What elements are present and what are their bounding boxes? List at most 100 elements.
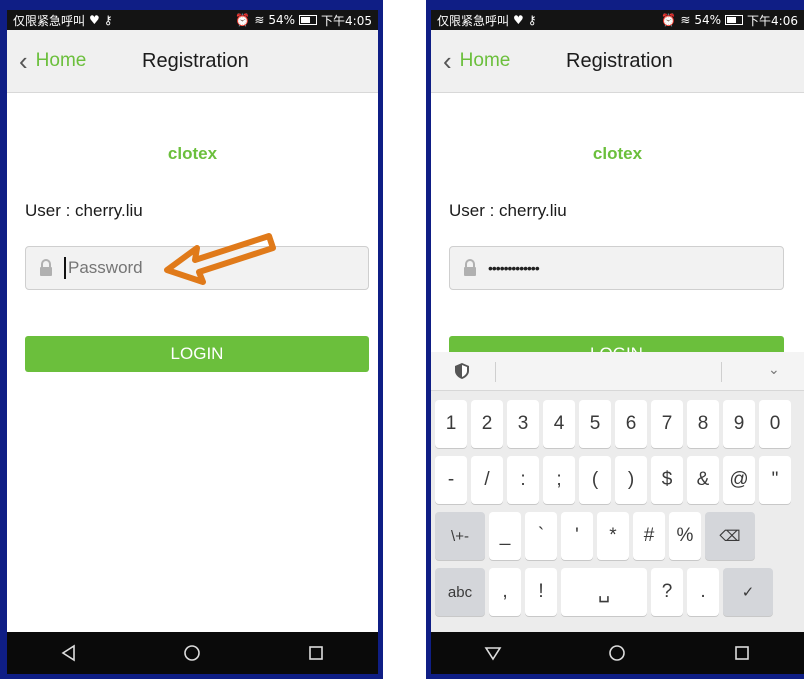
key-kb-row4-6[interactable]: ✓: [723, 568, 773, 616]
key-kb-row2-8[interactable]: @: [723, 456, 755, 504]
carrier-text: 仅限紧急呼叫: [437, 13, 510, 28]
alarm-icon: ⏰: [661, 13, 677, 27]
keyboard-row-numbers: 1234567890: [435, 400, 804, 448]
nav-recents-button[interactable]: [722, 633, 762, 673]
square-recents-icon: [735, 646, 749, 660]
back-button[interactable]: ‹ Home: [431, 48, 510, 74]
chevron-left-icon: ‹: [443, 46, 452, 76]
keyboard-row-symbols: - /:;() $ & @ ": [435, 456, 804, 504]
toolbar-divider: [495, 362, 496, 382]
arrow-annotation-icon: [164, 233, 276, 285]
circle-home-icon: [609, 645, 626, 661]
key-kb-row2-9[interactable]: ": [759, 456, 791, 504]
back-button[interactable]: ‹ Home: [7, 48, 86, 74]
user-label: User : cherry.liu: [25, 201, 143, 220]
app-bar: ‹ Home Registration: [431, 30, 804, 93]
key-kb-row3-4[interactable]: *: [597, 512, 629, 560]
wifi-icon: ≋: [680, 13, 691, 27]
back-label: Home: [459, 50, 511, 71]
key-icon: ⚷: [103, 13, 113, 27]
status-bar: 仅限紧急呼叫 ♥ ⚷ ⏰ ≋ 54% 下午4:05: [7, 10, 378, 30]
login-form: clotex User : cherry.liu LOGIN: [7, 93, 378, 632]
brand-name: clotex: [592, 144, 643, 163]
heart-icon: ♥: [513, 13, 524, 27]
key-kb-row1-3[interactable]: 4: [543, 400, 575, 448]
key-kb-row1-6[interactable]: 7: [651, 400, 683, 448]
screen-left: 仅限紧急呼叫 ♥ ⚷ ⏰ ≋ 54% 下午4:05 ‹ Home Registr…: [7, 10, 378, 674]
phone-frame-left: 仅限紧急呼叫 ♥ ⚷ ⏰ ≋ 54% 下午4:05 ‹ Home Registr…: [0, 0, 383, 679]
carrier-text: 仅限紧急呼叫: [13, 13, 86, 28]
key-kb-row4-5[interactable]: .: [687, 568, 719, 616]
alarm-icon: ⏰: [235, 13, 251, 27]
square-recents-icon: [309, 646, 323, 660]
key-kb-row1-1[interactable]: 2: [471, 400, 503, 448]
key-kb-row4-1[interactable]: ,: [489, 568, 521, 616]
key-kb-row3-7[interactable]: ⌫: [705, 512, 755, 560]
key-kb-row1-5[interactable]: 6: [615, 400, 647, 448]
key-kb-row4-3[interactable]: ␣: [561, 568, 647, 616]
key-kb-row3-6[interactable]: %: [669, 512, 701, 560]
key-kb-row1-2[interactable]: 3: [507, 400, 539, 448]
battery-percent: 54%: [268, 13, 296, 27]
key-kb-row3-0[interactable]: \+-: [435, 512, 485, 560]
login-button[interactable]: LOGIN: [25, 336, 369, 372]
battery-icon: [299, 15, 318, 25]
chevron-down-icon[interactable]: ⌄: [768, 362, 780, 378]
key-kb-row1-8[interactable]: 9: [723, 400, 755, 448]
chevron-left-icon: ‹: [19, 46, 28, 76]
keyboard-row-bottom: abc,! ␣?. ✓: [435, 568, 804, 616]
key-kb-row1-4[interactable]: 5: [579, 400, 611, 448]
key-kb-row4-4[interactable]: ?: [651, 568, 683, 616]
shield-icon[interactable]: [453, 362, 471, 380]
key-kb-row2-4[interactable]: (: [579, 456, 611, 504]
phone-frame-right: 仅限紧急呼叫 ♥ ⚷ ⏰ ≋ 54% 下午4:06 ‹ Home Registr…: [426, 0, 804, 679]
key-kb-row2-0[interactable]: -: [435, 456, 467, 504]
password-field[interactable]: •••••••••••••: [449, 246, 784, 290]
page-title: Registration: [142, 49, 249, 72]
nav-recents-button[interactable]: [296, 633, 336, 673]
key-kb-row2-2[interactable]: :: [507, 456, 539, 504]
brand-name: clotex: [167, 144, 218, 163]
nav-back-button[interactable]: [473, 633, 513, 673]
nav-bar: [431, 632, 804, 674]
battery-icon: [725, 15, 744, 25]
key-kb-row2-1[interactable]: /: [471, 456, 503, 504]
key-kb-row3-2[interactable]: `: [525, 512, 557, 560]
heart-icon: ♥: [89, 13, 100, 27]
key-kb-row4-2[interactable]: !: [525, 568, 557, 616]
key-kb-row1-0[interactable]: 1: [435, 400, 467, 448]
lock-icon: [40, 259, 52, 276]
screen-right: 仅限紧急呼叫 ♥ ⚷ ⏰ ≋ 54% 下午4:06 ‹ Home Registr…: [431, 10, 804, 674]
key-kb-row2-5[interactable]: ): [615, 456, 647, 504]
lock-icon: [464, 259, 476, 276]
nav-bar: [7, 632, 378, 674]
key-kb-row4-0[interactable]: abc: [435, 568, 485, 616]
password-masked-value[interactable]: •••••••••••••: [488, 260, 540, 276]
key-kb-row3-3[interactable]: ': [561, 512, 593, 560]
wifi-icon: ≋: [254, 13, 265, 27]
keyboard: ⌄ 1234567890 - /:;() $ & @ " \+- _ ` ' * #% ⌫ abc,!…: [431, 352, 804, 632]
triangle-down-icon: [484, 647, 502, 661]
nav-back-button[interactable]: [49, 633, 89, 673]
key-kb-row2-6[interactable]: $: [651, 456, 683, 504]
nav-home-button[interactable]: [597, 633, 637, 673]
key-kb-row3-5[interactable]: #: [633, 512, 665, 560]
text-cursor: [64, 257, 66, 279]
keyboard-toolbar: ⌄: [431, 352, 804, 391]
back-label: Home: [35, 50, 87, 71]
status-bar: 仅限紧急呼叫 ♥ ⚷ ⏰ ≋ 54% 下午4:06: [431, 10, 804, 30]
app-bar: ‹ Home Registration: [7, 30, 378, 93]
triangle-back-icon: [61, 644, 75, 662]
key-kb-row1-9[interactable]: 0: [759, 400, 791, 448]
circle-home-icon: [184, 645, 201, 661]
user-label: User : cherry.liu: [449, 201, 567, 220]
key-kb-row3-1[interactable]: _: [489, 512, 521, 560]
toolbar-divider: [721, 362, 722, 382]
page-title: Registration: [566, 49, 673, 72]
key-kb-row2-7[interactable]: &: [687, 456, 719, 504]
key-kb-row1-7[interactable]: 8: [687, 400, 719, 448]
nav-home-button[interactable]: [172, 633, 212, 673]
battery-percent: 54%: [694, 13, 722, 27]
key-kb-row2-3[interactable]: ;: [543, 456, 575, 504]
key-icon: ⚷: [527, 13, 537, 27]
